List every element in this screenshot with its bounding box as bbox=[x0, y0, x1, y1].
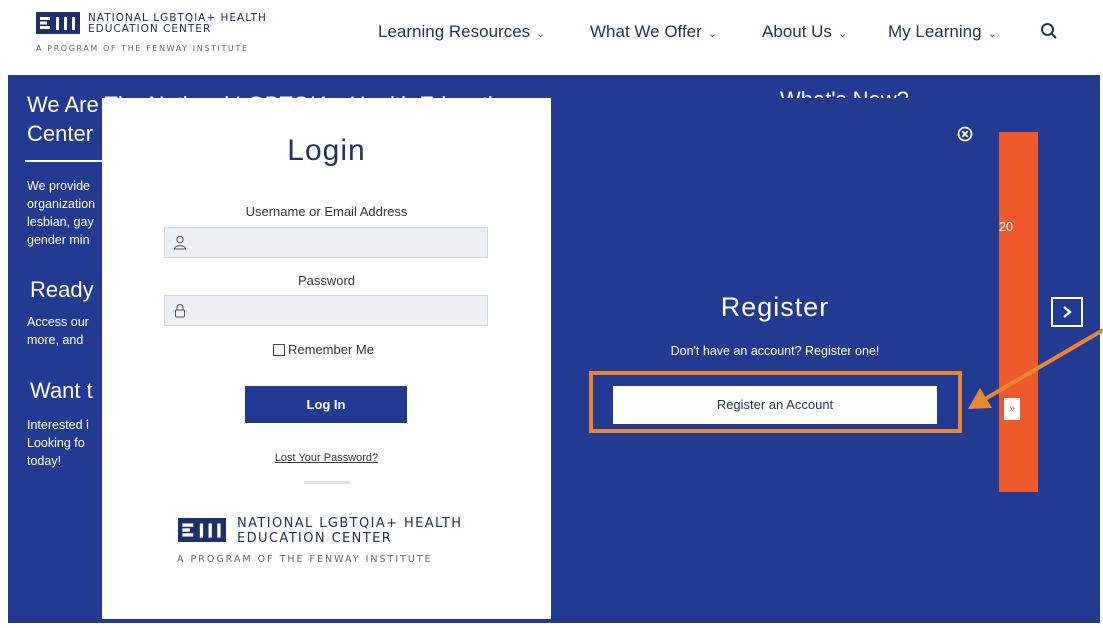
annotation-arrow-icon bbox=[968, 328, 1103, 409]
